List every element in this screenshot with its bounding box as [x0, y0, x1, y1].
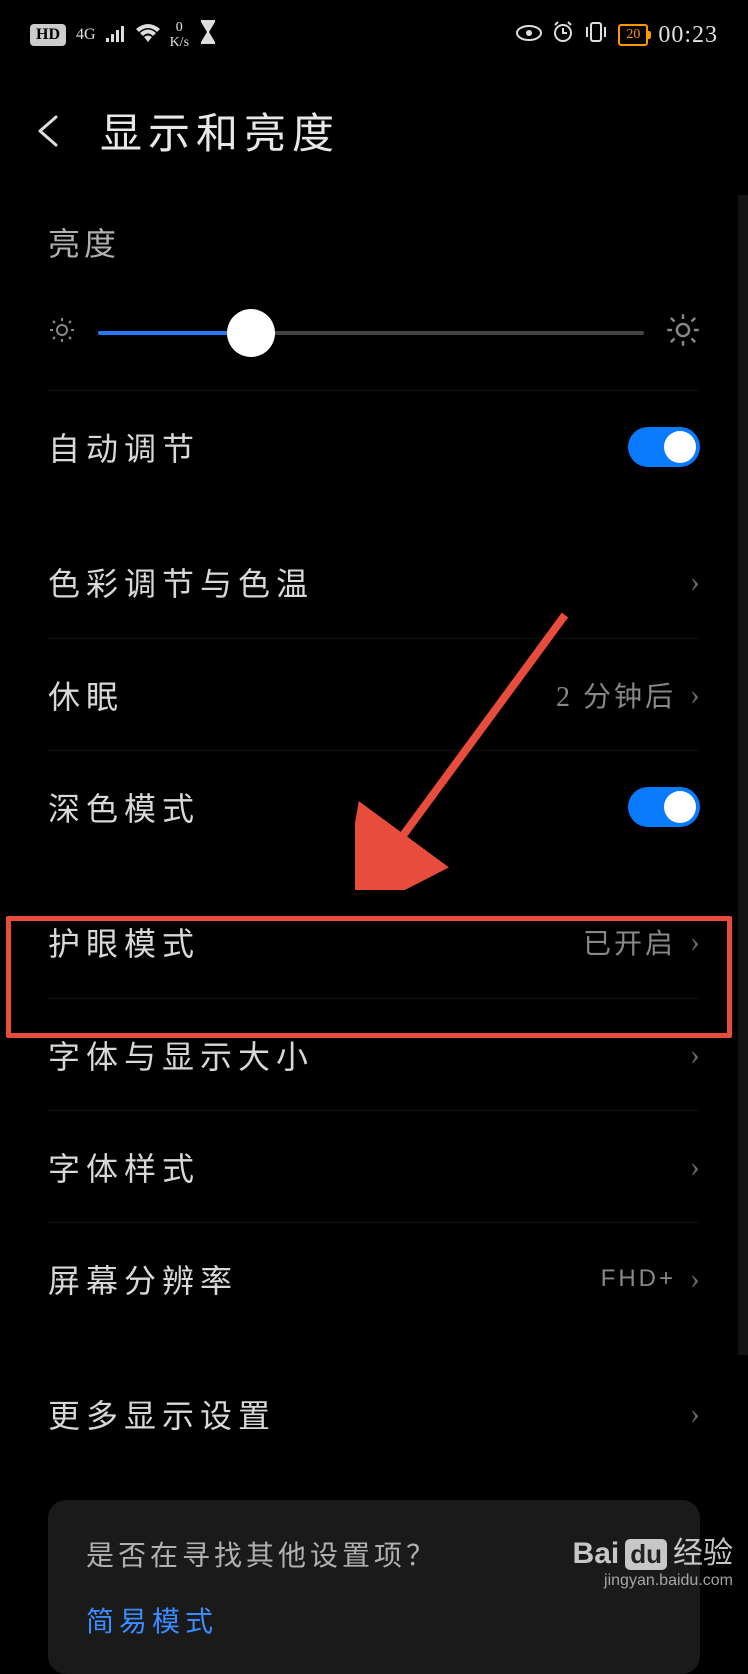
- status-left: HD 4G 0 K/s: [30, 20, 217, 51]
- chevron-right-icon: ›: [690, 565, 700, 599]
- clock-time: 00:23: [658, 22, 718, 49]
- chevron-right-icon: ›: [690, 925, 700, 959]
- slider-thumb[interactable]: [227, 309, 275, 357]
- back-button[interactable]: [30, 111, 70, 151]
- sleep-row[interactable]: 休眠 2 分钟后 ›: [48, 638, 700, 750]
- dark-mode-row[interactable]: 深色模式: [48, 750, 700, 862]
- status-bar: HD 4G 0 K/s 20 00:23: [0, 0, 748, 70]
- scrollbar[interactable]: [738, 195, 748, 1355]
- battery-icon: 20: [618, 24, 648, 46]
- auto-brightness-row[interactable]: 自动调节: [48, 390, 700, 502]
- status-right: 20 00:23: [516, 21, 718, 49]
- watermark: Baidu 经验 jingyan.baidu.com: [573, 1528, 733, 1590]
- resolution-row[interactable]: 屏幕分辨率 FHD+ ›: [48, 1222, 700, 1334]
- sun-low-icon: [48, 316, 76, 349]
- brightness-section: 亮度 自动调节: [0, 201, 748, 502]
- chevron-right-icon: ›: [690, 678, 700, 712]
- vibrate-icon: [584, 21, 608, 49]
- signal-4g-icon: 4G: [76, 27, 96, 43]
- chevron-right-icon: ›: [690, 1262, 700, 1296]
- color-temp-label: 色彩调节与色温: [48, 559, 314, 605]
- page-header: 显示和亮度: [0, 70, 748, 201]
- eye-comfort-value: 已开启: [583, 922, 676, 962]
- hd-icon: HD: [30, 24, 66, 46]
- sun-high-icon: [666, 313, 700, 352]
- alarm-icon: [552, 21, 574, 49]
- chevron-right-icon: ›: [690, 1397, 700, 1431]
- sleep-label: 休眠: [48, 672, 124, 718]
- resolution-value: FHD+: [601, 1265, 676, 1293]
- color-temp-row[interactable]: 色彩调节与色温 ›: [48, 526, 700, 638]
- settings-group-2: 护眼模式 已开启 › 字体与显示大小 › 字体样式 › 屏幕分辨率 FHD+ ›: [0, 886, 748, 1334]
- eye-comfort-row[interactable]: 护眼模式 已开启 ›: [48, 886, 700, 998]
- eye-comfort-label: 护眼模式: [48, 919, 200, 965]
- settings-group-3: 更多显示设置 ›: [0, 1358, 748, 1470]
- brightness-slider[interactable]: [98, 331, 644, 335]
- brightness-label: 亮度: [48, 201, 700, 295]
- sleep-value: 2 分钟后: [556, 675, 676, 715]
- dark-mode-label: 深色模式: [48, 784, 200, 830]
- wifi-icon: [136, 22, 160, 48]
- page-title: 显示和亮度: [100, 100, 340, 161]
- brightness-slider-row: [48, 295, 700, 390]
- font-style-row[interactable]: 字体样式 ›: [48, 1110, 700, 1222]
- more-display-row[interactable]: 更多显示设置 ›: [48, 1358, 700, 1470]
- chevron-right-icon: ›: [690, 1038, 700, 1072]
- chevron-right-icon: ›: [690, 1150, 700, 1184]
- simple-mode-link[interactable]: 简易模式: [86, 1600, 662, 1640]
- settings-group-1: 色彩调节与色温 › 休眠 2 分钟后 › 深色模式: [0, 526, 748, 862]
- resolution-label: 屏幕分辨率: [48, 1256, 238, 1302]
- hourglass-icon: [199, 20, 217, 50]
- font-size-label: 字体与显示大小: [48, 1032, 314, 1078]
- font-style-label: 字体样式: [48, 1144, 200, 1190]
- eye-comfort-icon: [516, 22, 542, 48]
- signal-bars-icon: [106, 22, 126, 48]
- auto-brightness-toggle[interactable]: [628, 427, 700, 467]
- network-speed: 0 K/s: [170, 20, 189, 51]
- auto-brightness-label: 自动调节: [48, 424, 200, 470]
- more-display-label: 更多显示设置: [48, 1391, 276, 1437]
- font-display-size-row[interactable]: 字体与显示大小 ›: [48, 998, 700, 1110]
- dark-mode-toggle[interactable]: [628, 787, 700, 827]
